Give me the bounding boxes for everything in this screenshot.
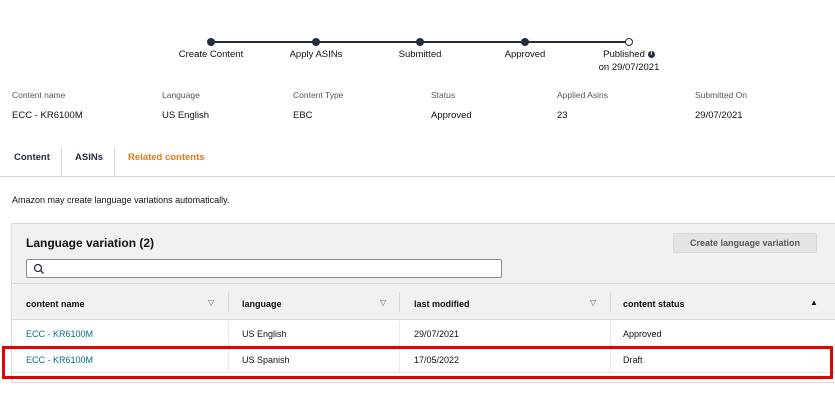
detail-content-type: Content Type EBC [293,90,343,121]
cell-divider [399,321,400,347]
step-submitted: Submitted [360,35,480,61]
info-note: Amazon may create language variations au… [12,195,230,205]
detail-key: Submitted On [695,90,747,100]
cell-divider [610,321,611,347]
detail-key: Status [431,90,456,100]
step-dot [312,38,320,46]
step-label: Published i [569,49,689,61]
modified-cell: 17/05/2022 [414,355,460,365]
tab-divider [114,147,115,176]
tab-related-contents[interactable]: Related contents [128,147,205,177]
sort-icon[interactable]: ▲ [810,298,818,307]
progress-stepper: Create Content Apply ASINs Submitted App… [0,35,835,75]
cell-divider [399,347,400,373]
detail-content-name: Content name ECC - KR6100M [12,90,83,121]
detail-value: US English [162,110,209,121]
detail-language: Language US English [162,90,209,121]
tab-divider [61,147,62,176]
language-cell: US English [242,329,287,339]
column-label: language [242,299,282,309]
cell-divider [228,347,229,373]
step-create-content: Create Content [151,35,271,61]
column-label: last modified [414,299,470,309]
tab-bar: Content ASINs Related contents [0,147,835,177]
panel-title: Language variation (2) [26,236,155,250]
detail-status: Status Approved [431,90,472,121]
modified-cell: 29/07/2021 [414,329,460,339]
column-divider [228,292,229,312]
panel-header: Language variation (2) Create language v… [12,224,835,284]
content-name-link[interactable]: ECC - KR6100M [26,347,93,373]
step-dot [416,38,424,46]
table-row: ECC - KR6100M US English 29/07/2021 Appr… [12,321,835,347]
detail-value: ECC - KR6100M [12,110,83,121]
detail-key: Content name [12,90,66,100]
column-header-content-name[interactable]: content name ▽ [26,284,216,320]
info-icon[interactable]: i [647,50,655,58]
detail-applied-asins: Applied Asins 23 [557,90,608,121]
language-variation-panel: Language variation (2) Create language v… [11,223,835,383]
detail-value: EBC [293,110,313,121]
content-name-link[interactable]: ECC - KR6100M [26,321,93,347]
column-divider [399,292,400,312]
sort-icon[interactable]: ▽ [208,298,214,307]
column-header-last-modified[interactable]: last modified ▽ [414,284,604,320]
search-input[interactable] [26,259,502,278]
step-dot-pending [625,38,633,46]
detail-value: 29/07/2021 [695,110,743,121]
tab-asins[interactable]: ASINs [75,147,103,177]
step-label: Create Content [178,49,244,60]
search-icon [33,263,44,274]
cell-divider [228,321,229,347]
status-cell: Approved [623,329,662,339]
column-header-language[interactable]: language ▽ [242,284,392,320]
cell-divider [610,347,611,373]
tab-content[interactable]: Content [14,147,50,177]
table-row: ECC - KR6100M US Spanish 17/05/2022 Draf… [12,347,835,373]
column-label: content name [26,299,85,309]
step-approved: Approved [465,35,585,61]
column-header-content-status[interactable]: content status ▲ [623,284,823,320]
detail-key: Content Type [293,90,344,100]
table-header: content name ▽ language ▽ last modified … [12,284,835,320]
detail-key: Applied Asins [557,90,609,100]
detail-key: Language [162,90,200,100]
step-sublabel: on 29/07/2021 [598,62,660,73]
detail-value: Approved [431,110,472,121]
step-label-text: Published [603,49,645,60]
column-label: content status [623,299,685,309]
language-cell: US Spanish [242,355,290,365]
sort-icon[interactable]: ▽ [590,298,596,307]
column-divider [610,292,611,312]
detail-submitted-on: Submitted On 29/07/2021 [695,90,747,121]
step-dot [521,38,529,46]
status-cell: Draft [623,355,643,365]
sort-icon[interactable]: ▽ [380,298,386,307]
step-label: Approved [504,49,546,60]
step-apply-asins: Apply ASINs [256,35,376,61]
create-language-variation-button[interactable]: Create language variation [673,233,817,253]
step-label: Submitted [398,49,442,60]
step-dot [207,38,215,46]
detail-value: 23 [557,110,568,121]
step-label: Apply ASINs [289,49,343,60]
step-published: Published i on 29/07/2021 [569,35,689,74]
content-details: Content name ECC - KR6100M Language US E… [0,90,835,130]
